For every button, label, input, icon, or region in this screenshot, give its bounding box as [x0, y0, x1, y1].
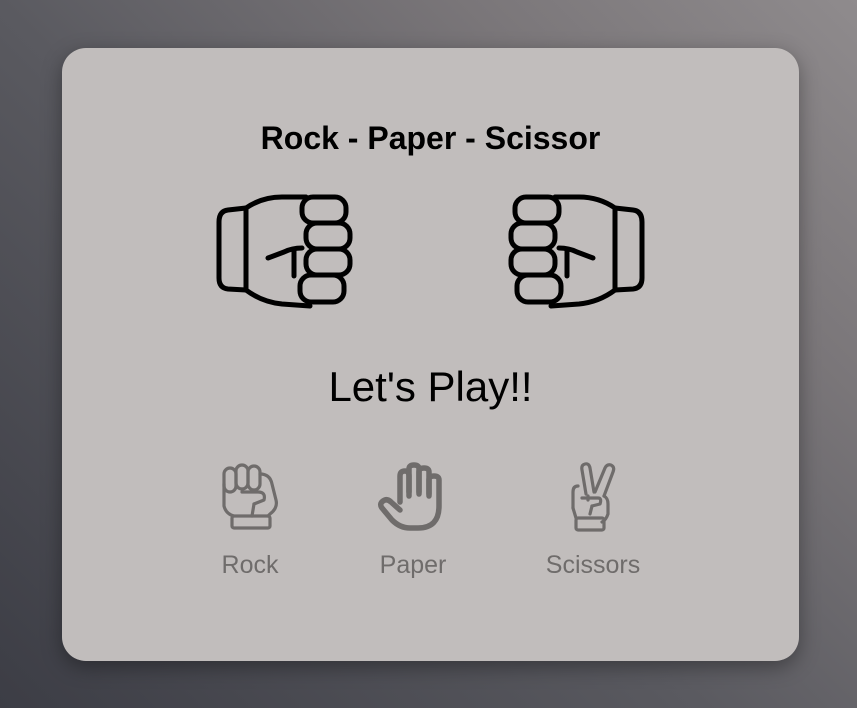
player-hand-icon: [214, 194, 354, 314]
scissors-label: Scissors: [545, 551, 641, 579]
scissors-hand-icon: [571, 462, 616, 532]
rock-label: Rock: [221, 551, 279, 579]
paper-button[interactable]: Paper: [353, 462, 473, 580]
rock-button[interactable]: Rock: [190, 462, 310, 580]
fist-icon: [508, 194, 645, 309]
paper-label: Paper: [379, 551, 447, 579]
paper-hand-icon: [377, 462, 442, 531]
computer-hand-icon: [507, 194, 647, 314]
game-title: Rock - Paper - Scissor: [260, 120, 601, 156]
game-card: Rock - Paper - Scissor Let's Play!! Rock…: [62, 48, 799, 661]
scissors-button[interactable]: Scissors: [533, 462, 653, 580]
fist-icon: [216, 194, 353, 309]
game-status: Let's Play!!: [328, 363, 533, 410]
rock-hand-icon: [222, 463, 278, 530]
